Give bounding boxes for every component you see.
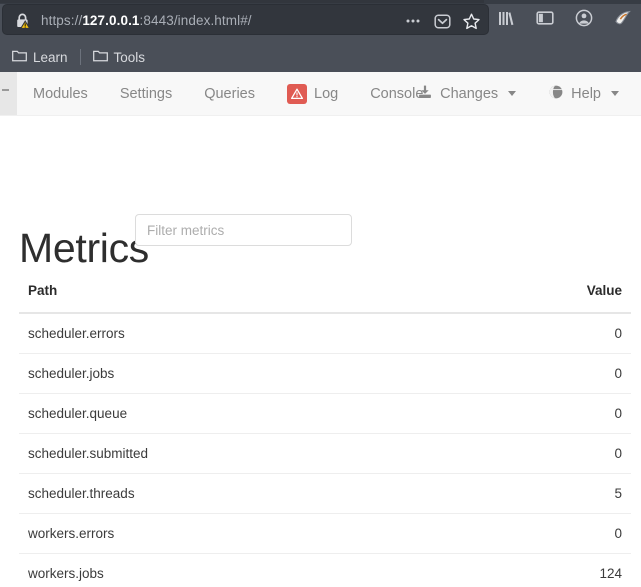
active-tab-remnant[interactable] <box>0 0 484 3</box>
url-path: :8443/index.html#/ <box>139 13 252 28</box>
column-header-value[interactable]: Value <box>502 283 631 314</box>
metrics-table: Path Value scheduler.errors 0 scheduler.jo… <box>19 283 631 587</box>
bookmarks-separator <box>79 49 81 65</box>
page-title: Metrics <box>19 225 150 271</box>
bookmark-folder-tools[interactable]: Tools <box>87 46 152 68</box>
nav-item-settings[interactable]: Settings <box>104 72 188 115</box>
browser-toolbar-icons <box>494 6 635 30</box>
metric-path-cell: scheduler.submitted <box>19 433 502 474</box>
metric-path-cell: scheduler.threads <box>19 473 502 514</box>
chevron-down-icon <box>508 91 517 96</box>
extension-icon[interactable] <box>611 6 635 30</box>
nav-caret-remnant-icon <box>2 89 9 91</box>
url-scheme: https:// <box>41 13 83 28</box>
browser-chrome: https://127.0.0.1:8443/index.html#/ Lear… <box>0 0 641 72</box>
nav-item-log[interactable]: Log <box>271 72 354 115</box>
page-content: Modules Settings Queries Log Console Cha… <box>0 72 641 587</box>
table-row: scheduler.queue 0 <box>19 393 631 434</box>
metric-value-cell: 0 <box>502 513 631 554</box>
url-host: 127.0.0.1 <box>82 13 140 28</box>
folder-icon <box>92 49 108 65</box>
lock-warning-icon[interactable] <box>13 11 33 31</box>
page-actions-icon[interactable] <box>402 10 424 32</box>
bookmark-label: Learn <box>33 49 68 65</box>
metric-value-cell: 0 <box>502 313 631 354</box>
nav-item-label: Help <box>571 85 601 102</box>
table-row: scheduler.jobs 0 <box>19 353 631 394</box>
metric-path-cell: workers.jobs <box>19 553 502 587</box>
account-icon[interactable] <box>572 6 596 30</box>
table-row: workers.jobs 124 <box>19 553 631 587</box>
nav-item-label: Changes <box>440 85 499 102</box>
nav-item-label: Log <box>314 85 339 102</box>
column-header-path[interactable]: Path <box>19 283 502 314</box>
nav-item-label: Settings <box>119 85 173 102</box>
folder-icon <box>12 49 27 65</box>
metric-path-cell: scheduler.jobs <box>19 353 502 394</box>
nav-item-queries[interactable]: Queries <box>188 72 271 115</box>
nav-item-changes[interactable]: Changes <box>401 72 532 115</box>
app-navbar: Modules Settings Queries Log Console Cha… <box>0 72 641 116</box>
table-row: scheduler.threads 5 <box>19 473 631 514</box>
nav-item-label: Queries <box>204 85 255 102</box>
table-row: workers.errors 0 <box>19 513 631 554</box>
metric-value-cell: 0 <box>502 393 631 434</box>
sidebar-icon[interactable] <box>533 6 557 30</box>
metric-path-cell: scheduler.queue <box>19 393 502 434</box>
metric-value-cell: 124 <box>502 553 631 587</box>
app-navbar-items: Modules Settings Queries Log Console <box>17 72 439 115</box>
table-row: scheduler.errors 0 <box>19 313 631 354</box>
app-navbar-right: Changes Help <box>401 72 641 115</box>
library-icon[interactable] <box>494 6 518 30</box>
nav-item-active-cutoff[interactable] <box>0 72 17 115</box>
nav-item-modules[interactable]: Modules <box>17 72 104 115</box>
nav-item-label: Modules <box>33 85 88 102</box>
pocket-icon[interactable] <box>431 10 453 32</box>
nav-item-help[interactable]: Help <box>532 72 635 115</box>
metric-value-cell: 0 <box>502 433 631 474</box>
metric-path-cell: workers.errors <box>19 513 502 554</box>
table-header-row: Path Value <box>19 283 631 314</box>
chevron-down-icon <box>611 91 619 96</box>
bookmark-star-icon[interactable] <box>460 10 482 32</box>
address-bar[interactable]: https://127.0.0.1:8443/index.html#/ <box>2 4 489 35</box>
metrics-table-head: Path Value <box>19 283 631 314</box>
globe-icon <box>548 84 564 104</box>
bookmark-folder-learn[interactable]: Learn <box>6 46 74 68</box>
url-text[interactable]: https://127.0.0.1:8443/index.html#/ <box>41 11 252 31</box>
metric-value-cell: 0 <box>502 353 631 394</box>
table-row: scheduler.submitted 0 <box>19 433 631 474</box>
bookmarks-toolbar: Learn Tools <box>0 42 641 72</box>
bookmark-label: Tools <box>113 49 146 65</box>
metric-path-cell: scheduler.errors <box>19 313 502 354</box>
filter-metrics-input[interactable] <box>135 214 352 246</box>
save-icon <box>417 84 433 104</box>
metric-value-cell: 5 <box>502 473 631 514</box>
metrics-table-body: scheduler.errors 0 scheduler.jobs 0 schedule… <box>19 313 631 587</box>
urlbar-actions <box>402 10 482 32</box>
warning-badge-icon <box>287 83 307 104</box>
